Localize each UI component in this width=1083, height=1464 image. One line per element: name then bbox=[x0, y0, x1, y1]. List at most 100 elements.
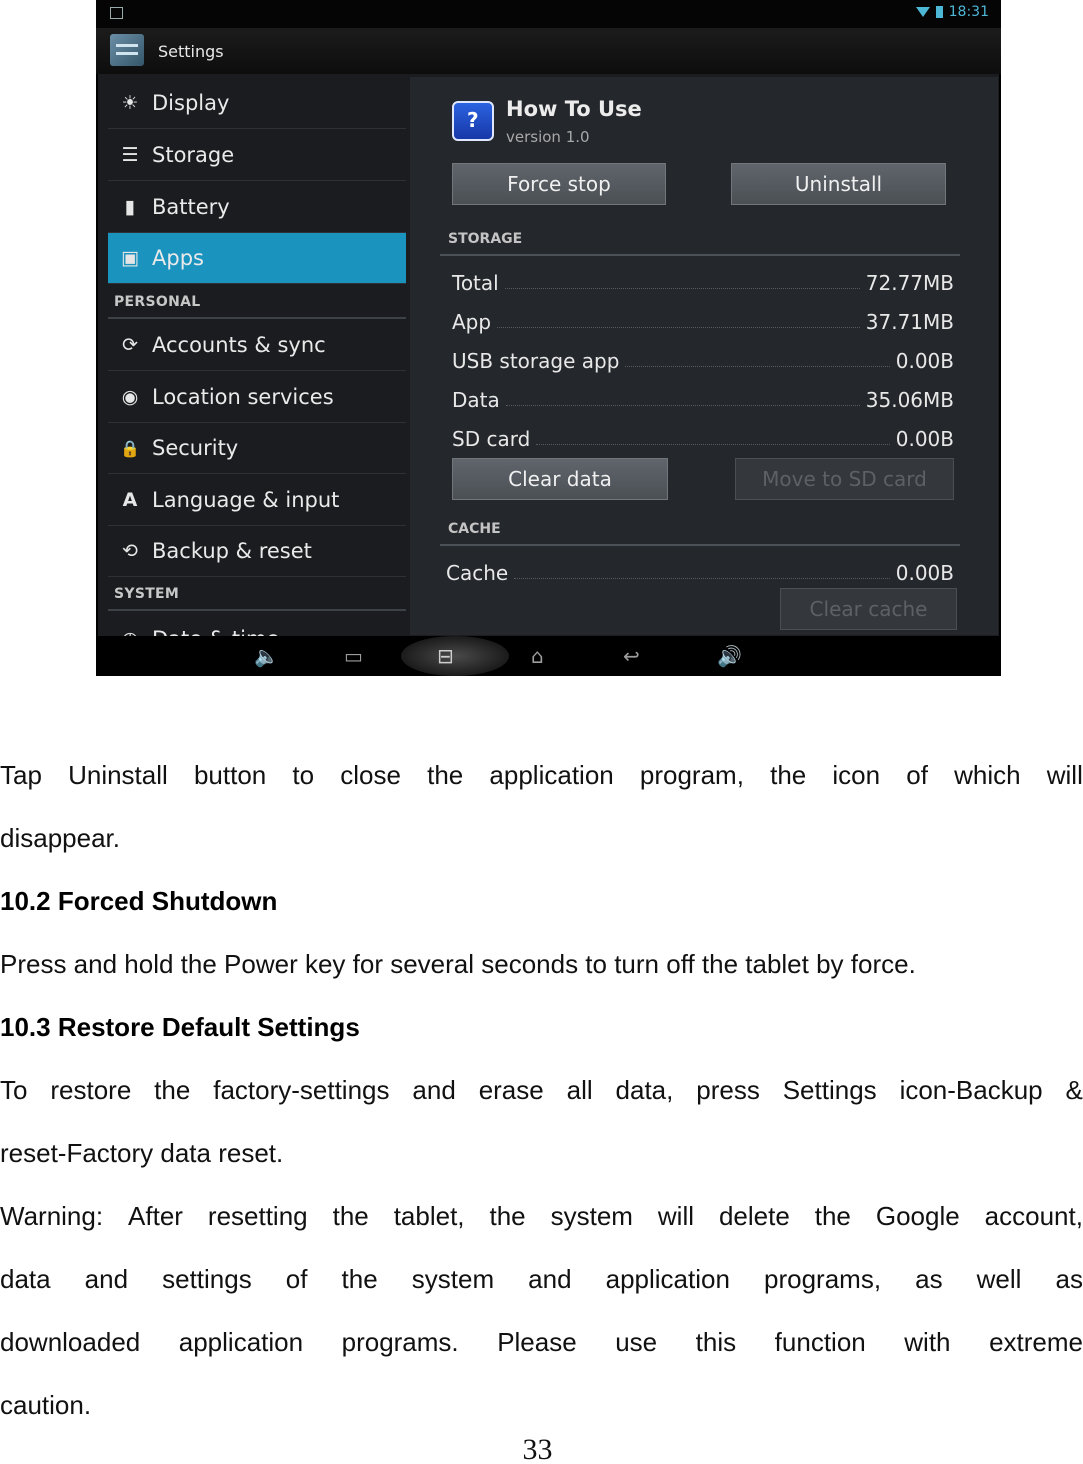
word: Tap bbox=[0, 760, 42, 790]
action-bar-title: Settings bbox=[158, 42, 224, 61]
word: erase bbox=[478, 1075, 544, 1105]
storage-divider bbox=[440, 254, 960, 256]
app-info-pane: ? How To Use version 1.0 Force stop Unin… bbox=[410, 77, 998, 635]
sidebar-item-display[interactable]: ☀ Display bbox=[108, 78, 406, 129]
sidebar-item-battery[interactable]: ▮ Battery bbox=[108, 182, 406, 233]
apps-icon: ▣ bbox=[121, 247, 139, 269]
recent-apps-icon[interactable]: ▭ bbox=[344, 646, 363, 666]
paragraph-warning-line-4: caution. bbox=[0, 1390, 92, 1420]
page-number: 33 bbox=[522, 1433, 553, 1464]
paragraph-warning-line-3: downloaded application programs. Please use t… bbox=[0, 1327, 1083, 1358]
word: tablet, bbox=[393, 1201, 465, 1231]
word: icon bbox=[832, 760, 881, 790]
sidebar-item-backup-reset[interactable]: ⟲ Backup & reset bbox=[108, 526, 406, 577]
clear-cache-button[interactable]: Clear cache bbox=[780, 588, 957, 630]
storage-row-data: Data 35.06MB bbox=[452, 388, 954, 412]
storage-section-header: STORAGE bbox=[448, 231, 523, 247]
sidebar-item-label: Display bbox=[152, 91, 230, 115]
sidebar-item-storage[interactable]: ☰ Storage bbox=[108, 130, 406, 181]
battery-status-icon bbox=[935, 6, 943, 18]
force-stop-button[interactable]: Force stop bbox=[452, 163, 666, 205]
word: settings bbox=[162, 1264, 252, 1294]
word: well bbox=[976, 1264, 1022, 1294]
settings-icon[interactable] bbox=[110, 34, 144, 66]
word: delete bbox=[718, 1201, 790, 1231]
word: restore bbox=[50, 1075, 132, 1105]
location-icon: ◉ bbox=[121, 386, 139, 408]
word: data bbox=[0, 1264, 51, 1294]
wifi-icon bbox=[915, 7, 930, 17]
back-icon[interactable]: ↩ bbox=[623, 646, 640, 666]
word: of bbox=[906, 760, 928, 790]
volume-up-icon[interactable]: 🔊 bbox=[717, 646, 742, 666]
sync-icon: ⟳ bbox=[122, 334, 138, 356]
word: and bbox=[84, 1264, 129, 1294]
word: the bbox=[814, 1201, 851, 1231]
paragraph-warning-line-2: data and settings of the system and application… bbox=[0, 1264, 1083, 1295]
word: all bbox=[566, 1075, 593, 1105]
sidebar-item-label: Apps bbox=[152, 246, 204, 270]
word: which bbox=[954, 760, 1021, 790]
app-version: version 1.0 bbox=[506, 128, 590, 146]
clear-data-button[interactable]: Clear data bbox=[452, 458, 668, 500]
word: the bbox=[332, 1201, 369, 1231]
sidebar-item-security[interactable]: 🔒 Security bbox=[108, 423, 406, 474]
sidebar-item-location-services[interactable]: ◉ Location services bbox=[108, 372, 406, 423]
word: Uninstall bbox=[68, 760, 168, 790]
storage-row-total: Total 72.77MB bbox=[452, 271, 954, 295]
word: will bbox=[1046, 760, 1083, 790]
word: extreme bbox=[989, 1327, 1083, 1357]
backup-icon: ⟲ bbox=[122, 540, 138, 562]
word: the bbox=[770, 760, 807, 790]
volume-down-icon[interactable]: 🔈 bbox=[254, 646, 279, 666]
screenshot-icon[interactable]: ⊟ bbox=[437, 646, 454, 666]
sidebar-item-label: Language & input bbox=[152, 488, 340, 512]
word: and bbox=[528, 1264, 572, 1294]
word: application bbox=[178, 1327, 304, 1357]
storage-icon: ☰ bbox=[121, 144, 139, 166]
sidebar-item-language-input[interactable]: A Language & input bbox=[108, 475, 406, 526]
word: this bbox=[695, 1327, 737, 1357]
paragraph-warning-line-1: Warning: After resetting the tablet, the syste… bbox=[0, 1201, 1083, 1232]
storage-row-usb-storage-app: USB storage app 0.00B bbox=[452, 349, 954, 373]
paragraph-restore-line-1: To restore the factory-settings and erase all d… bbox=[0, 1075, 1083, 1106]
sidebar-item-date-time[interactable]: ◷ Date & time bbox=[108, 614, 406, 636]
sidebar-item-apps[interactable]: ▣ Apps bbox=[108, 233, 406, 284]
paragraph-uninstall-line-2: disappear. bbox=[0, 823, 120, 853]
word: downloaded bbox=[0, 1327, 141, 1357]
word: Please bbox=[497, 1327, 577, 1357]
how-to-use-app-icon: ? bbox=[452, 101, 494, 141]
paragraph-forced-shutdown: Press and hold the Power key for several… bbox=[0, 949, 916, 979]
word: to bbox=[292, 760, 315, 790]
sidebar-header-personal: PERSONAL bbox=[114, 294, 201, 310]
sidebar-divider bbox=[108, 317, 406, 319]
word: programs, bbox=[764, 1264, 882, 1294]
settings-content: ☀ Display ☰ Storage ▮ Battery ▣ Apps PER… bbox=[96, 74, 1001, 636]
sidebar-item-accounts-sync[interactable]: ⟳ Accounts & sync bbox=[108, 320, 406, 371]
word: application bbox=[605, 1264, 730, 1294]
word: close bbox=[340, 760, 401, 790]
move-to-sd-card-button[interactable]: Move to SD card bbox=[735, 458, 954, 500]
word: with bbox=[904, 1327, 951, 1357]
home-icon[interactable]: ⌂ bbox=[531, 646, 544, 666]
word: the bbox=[154, 1075, 191, 1105]
sidebar-item-label: Storage bbox=[152, 143, 235, 167]
storage-row-sd-card: SD card 0.00B bbox=[452, 427, 954, 451]
word: the bbox=[341, 1264, 378, 1294]
word: as bbox=[1055, 1264, 1083, 1294]
sidebar-item-label: Battery bbox=[152, 195, 230, 219]
settings-screenshot: 18:31 Settings ☀ Display ☰ Storage ▮ Bat… bbox=[96, 0, 1001, 676]
word: press bbox=[696, 1075, 760, 1105]
lock-icon: 🔒 bbox=[120, 438, 140, 458]
nav-highlight bbox=[401, 636, 509, 676]
cache-row: Cache 0.00B bbox=[446, 561, 954, 585]
storage-row-app: App 37.71MB bbox=[452, 310, 954, 334]
word: button bbox=[193, 760, 267, 790]
word: data, bbox=[615, 1075, 674, 1105]
word: system bbox=[411, 1264, 495, 1294]
word: resetting bbox=[207, 1201, 308, 1231]
word: the bbox=[427, 760, 464, 790]
word: use bbox=[615, 1327, 658, 1357]
uninstall-button[interactable]: Uninstall bbox=[731, 163, 946, 205]
word: & bbox=[1065, 1075, 1083, 1105]
